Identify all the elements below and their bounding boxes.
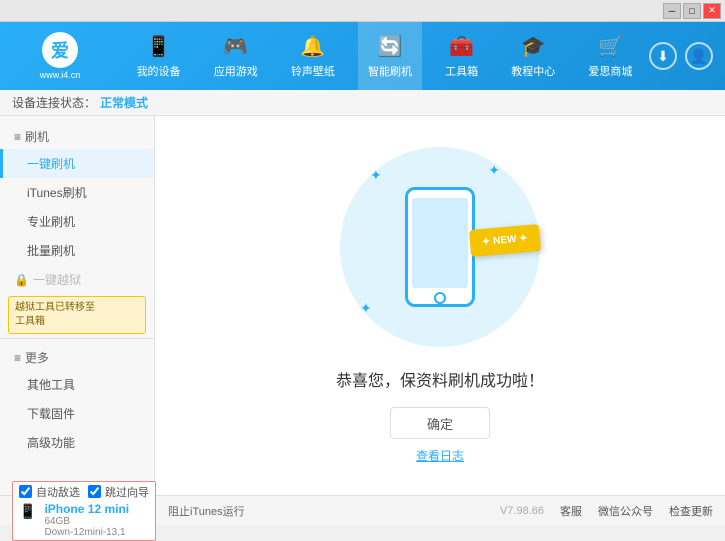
nav-app-game-label: 应用游戏 xyxy=(214,63,258,79)
minimize-button[interactable]: ─ xyxy=(663,3,681,19)
my-device-icon: 📱 xyxy=(146,34,171,59)
more-section-icon: ≡ xyxy=(14,351,21,365)
circle-bg: ✦ ✦ ✦ ✦ NEW ✦ xyxy=(340,147,540,347)
device-info: iPhone 12 mini 64GB Down-12mini-13,1 xyxy=(44,502,129,538)
header-right: ⬇ 👤 xyxy=(649,42,725,70)
skip-wizard-checkbox-label[interactable]: 跳过向导 xyxy=(88,484,149,500)
bottom-right: V7.98.66 客服 微信公众号 检查更新 xyxy=(500,503,713,519)
more-section-label: 更多 xyxy=(25,349,49,366)
skip-wizard-checkbox[interactable] xyxy=(88,485,101,498)
customer-service-link[interactable]: 客服 xyxy=(560,503,582,519)
close-button[interactable]: ✕ xyxy=(703,3,721,19)
user-button[interactable]: 👤 xyxy=(685,42,713,70)
status-mode: 正常模式 xyxy=(100,94,148,111)
store-icon: 🛒 xyxy=(598,34,623,59)
sidebar-item-one-click-flash[interactable]: 一键刷机 xyxy=(0,149,154,178)
phone-home-button xyxy=(434,292,446,304)
sidebar-section-flash: ≡ 刷机 xyxy=(0,122,154,149)
check-update-link[interactable]: 检查更新 xyxy=(669,503,713,519)
sidebar-divider xyxy=(0,338,154,339)
nav-tutorial[interactable]: 🎓 教程中心 xyxy=(501,22,565,90)
nav-store-label: 爱思商城 xyxy=(588,63,632,79)
sidebar-item-download-firmware[interactable]: 下载固件 xyxy=(0,399,154,428)
flash-section-icon: ≡ xyxy=(14,130,21,144)
device-name: iPhone 12 mini xyxy=(44,502,129,516)
nav-my-device-label: 我的设备 xyxy=(137,63,181,79)
phone-screen xyxy=(412,198,468,288)
nav-store[interactable]: 🛒 爱思商城 xyxy=(578,22,642,90)
device-version: Down-12mini-13,1 xyxy=(44,527,129,538)
nav-toolbox[interactable]: 🧰 工具箱 xyxy=(435,22,488,90)
auto-flash-label: 自动敌选 xyxy=(36,484,80,500)
device-row: 📱 iPhone 12 mini 64GB Down-12mini-13,1 xyxy=(19,502,149,538)
header: 爱 www.i4.cn 📱 我的设备 🎮 应用游戏 🔔 铃声壁纸 🔄 智能刷机 … xyxy=(0,22,725,90)
phone-illustration: ✦ ✦ ✦ ✦ NEW ✦ xyxy=(340,147,540,347)
window-controls: ─ □ ✕ xyxy=(663,3,721,19)
status-prefix: 设备连接状态： xyxy=(12,94,96,111)
nav-my-device[interactable]: 📱 我的设备 xyxy=(127,22,191,90)
checkbox-device-container: 自动敌选 跳过向导 📱 iPhone 12 mini 64GB Down-12m… xyxy=(12,481,156,541)
status-bar: 设备连接状态： 正常模式 xyxy=(0,90,725,116)
nav-smart-flash[interactable]: 🔄 智能刷机 xyxy=(358,22,422,90)
auto-flash-checkbox[interactable] xyxy=(19,485,32,498)
main-content: ≡ 刷机 一键刷机 iTunes刷机 专业刷机 批量刷机 🔒 一键越狱 越狱工具… xyxy=(0,116,725,495)
sidebar-item-dual-flash[interactable]: 批量刷机 xyxy=(0,236,154,265)
nav-toolbox-label: 工具箱 xyxy=(445,63,478,79)
sidebar: ≡ 刷机 一键刷机 iTunes刷机 专业刷机 批量刷机 🔒 一键越狱 越狱工具… xyxy=(0,116,155,495)
smart-flash-icon: 🔄 xyxy=(378,34,403,59)
sidebar-item-other-tools[interactable]: 其他工具 xyxy=(0,370,154,399)
nav-wallpaper-label: 铃声壁纸 xyxy=(291,63,335,79)
return-log-link[interactable]: 查看日志 xyxy=(416,447,464,464)
content-area: ✦ ✦ ✦ ✦ NEW ✦ 恭喜您，保资料刷机成功啦！ 确定 查看日志 xyxy=(155,116,725,495)
app-game-icon: 🎮 xyxy=(223,34,248,59)
nav-app-game[interactable]: 🎮 应用游戏 xyxy=(204,22,268,90)
sidebar-item-advanced[interactable]: 高级功能 xyxy=(0,428,154,457)
sparkle-1: ✦ xyxy=(370,167,382,184)
sidebar-section-more: ≡ 更多 xyxy=(0,343,154,370)
flash-section-label: 刷机 xyxy=(25,128,49,145)
bottom-bar: 自动敌选 跳过向导 📱 iPhone 12 mini 64GB Down-12m… xyxy=(0,495,725,525)
auto-flash-checkbox-label[interactable]: 自动敌选 xyxy=(19,484,80,500)
sidebar-item-pro-flash[interactable]: 专业刷机 xyxy=(0,207,154,236)
stop-itunes-label: 阻止iTunes运行 xyxy=(168,503,245,519)
wechat-link[interactable]: 微信公众号 xyxy=(598,503,653,519)
nav-wallpaper[interactable]: 🔔 铃声壁纸 xyxy=(281,22,345,90)
device-phone-icon: 📱 xyxy=(19,503,36,520)
jailbreak-warning: 越狱工具已转移至工具箱 xyxy=(8,296,146,334)
tutorial-icon: 🎓 xyxy=(521,34,546,59)
confirm-button[interactable]: 确定 xyxy=(390,407,490,439)
version-label: V7.98.66 xyxy=(500,505,544,517)
skip-wizard-label: 跳过向导 xyxy=(105,484,149,500)
toolbox-icon: 🧰 xyxy=(449,34,474,59)
maximize-button[interactable]: □ xyxy=(683,3,701,19)
jailbreak-lock-icon: 🔒 xyxy=(14,273,29,287)
download-button[interactable]: ⬇ xyxy=(649,42,677,70)
sparkle-3: ✦ xyxy=(360,300,372,317)
nav-bar: 📱 我的设备 🎮 应用游戏 🔔 铃声壁纸 🔄 智能刷机 🧰 工具箱 🎓 教程中心… xyxy=(120,22,649,90)
sidebar-item-itunes-flash[interactable]: iTunes刷机 xyxy=(0,178,154,207)
logo-area: 爱 www.i4.cn xyxy=(0,32,120,80)
new-badge: ✦ NEW ✦ xyxy=(469,224,541,257)
logo-icon: 爱 xyxy=(42,32,78,68)
sidebar-section-jailbreak: 🔒 一键越狱 xyxy=(0,265,154,292)
nav-smart-flash-label: 智能刷机 xyxy=(368,63,412,79)
device-storage: 64GB xyxy=(44,516,129,527)
logo-url: www.i4.cn xyxy=(40,70,81,80)
success-message: 恭喜您，保资料刷机成功啦！ xyxy=(336,367,544,391)
jailbreak-section-label: 一键越狱 xyxy=(33,271,81,288)
wallpaper-icon: 🔔 xyxy=(300,34,325,59)
sparkle-2: ✦ xyxy=(488,162,500,179)
nav-tutorial-label: 教程中心 xyxy=(511,63,555,79)
title-bar: ─ □ ✕ xyxy=(0,0,725,22)
checkbox-row: 自动敌选 跳过向导 xyxy=(19,484,149,500)
